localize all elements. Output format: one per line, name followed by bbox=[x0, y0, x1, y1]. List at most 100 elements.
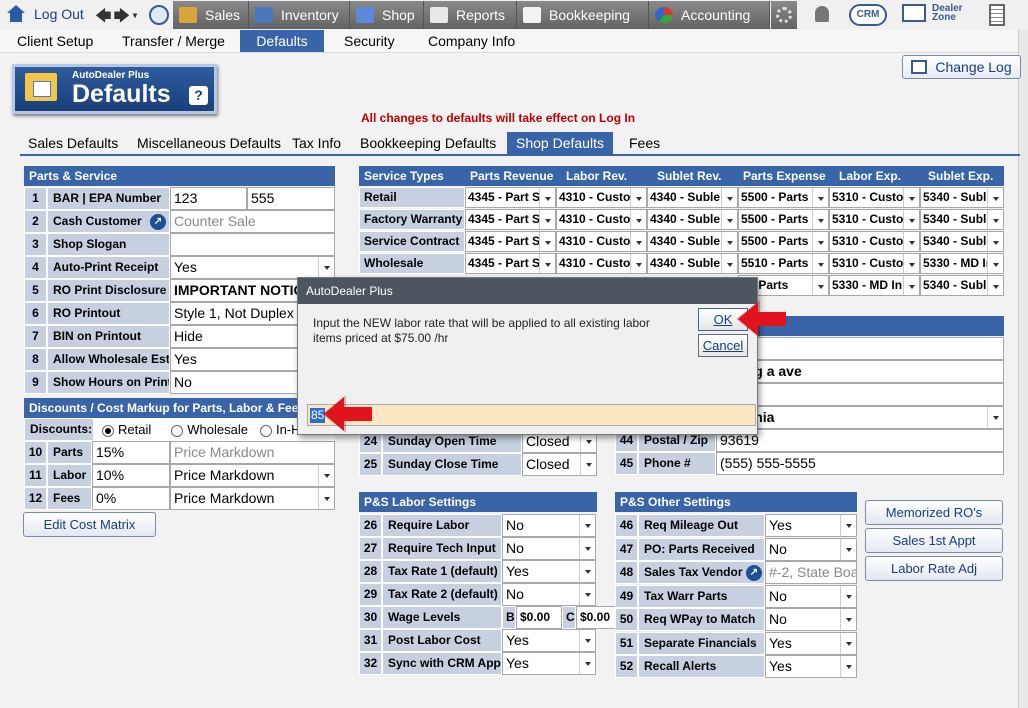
subnav-security[interactable]: Security bbox=[332, 30, 407, 52]
account-select[interactable]: 5310 - Custo bbox=[829, 187, 920, 208]
chevron-down-icon[interactable] bbox=[539, 254, 555, 273]
chevron-down-icon[interactable] bbox=[318, 257, 334, 278]
page-scrollbar[interactable] bbox=[1018, 30, 1028, 708]
account-select[interactable]: 5310 - Custo bbox=[829, 253, 920, 274]
bell-icon[interactable] bbox=[815, 6, 829, 22]
chevron-down-icon[interactable] bbox=[903, 210, 919, 229]
nav-bookkeeping[interactable]: Bookkeeping bbox=[517, 1, 649, 29]
radio-wholesale[interactable]: Wholesale bbox=[171, 422, 248, 437]
help-icon[interactable]: ? bbox=[189, 86, 208, 105]
labor-mode-select[interactable]: Price Markdown bbox=[170, 464, 335, 487]
logout-link[interactable]: Log Out bbox=[6, 5, 84, 23]
account-select[interactable]: 4340 - Suble bbox=[647, 209, 738, 230]
bar-number-input[interactable]: 123 bbox=[170, 187, 247, 210]
chevron-down-icon[interactable] bbox=[840, 609, 856, 630]
shop-city-input[interactable] bbox=[716, 383, 1004, 406]
other-setting-select[interactable]: Yes bbox=[765, 514, 857, 537]
crm-button[interactable]: CRM bbox=[849, 4, 887, 26]
chevron-down-icon[interactable] bbox=[721, 188, 737, 207]
chevron-down-icon[interactable] bbox=[579, 653, 595, 674]
account-select[interactable]: 5340 - Suble bbox=[920, 187, 1004, 208]
chevron-down-icon[interactable] bbox=[987, 254, 1003, 273]
chevron-down-icon[interactable] bbox=[539, 232, 555, 251]
account-select[interactable]: 5330 - MD In bbox=[920, 253, 1004, 274]
subnav-client-setup[interactable]: Client Setup bbox=[5, 30, 105, 52]
chevron-down-icon[interactable] bbox=[987, 210, 1003, 229]
postal-zip-input[interactable]: 93619 bbox=[716, 429, 1004, 452]
chevron-down-icon[interactable] bbox=[840, 538, 856, 560]
chevron-down-icon[interactable] bbox=[630, 232, 646, 251]
account-select[interactable]: 4340 - Suble bbox=[647, 253, 738, 274]
account-select[interactable]: 4340 - Suble bbox=[647, 231, 738, 252]
account-select[interactable]: 5340 - Suble bbox=[920, 231, 1004, 252]
chevron-down-icon[interactable] bbox=[840, 632, 856, 654]
labor-setting-select[interactable]: Yes bbox=[502, 560, 596, 583]
chevron-down-icon[interactable] bbox=[840, 656, 856, 677]
account-select[interactable]: 4310 - Custo bbox=[556, 253, 647, 274]
chevron-down-icon[interactable] bbox=[987, 276, 1003, 295]
account-select[interactable]: 5500 - Parts bbox=[738, 209, 829, 230]
chevron-down-icon[interactable] bbox=[630, 188, 646, 207]
other-setting-select[interactable]: No bbox=[765, 537, 857, 561]
labor-setting-select[interactable]: Yes bbox=[502, 629, 596, 652]
dealer-zone-button[interactable]: Dealer Zone bbox=[902, 4, 963, 23]
nav-accounting[interactable]: Accounting bbox=[649, 1, 770, 29]
shop-slogan-input[interactable] bbox=[170, 233, 335, 256]
nav-shop[interactable]: Shop bbox=[350, 1, 424, 29]
chevron-down-icon[interactable] bbox=[812, 254, 828, 273]
tab-tax-info[interactable]: Tax Info bbox=[284, 132, 349, 155]
phone-input[interactable]: (555) 555-5555 bbox=[716, 452, 1004, 475]
tab-misc-defaults[interactable]: Miscellaneous Defaults bbox=[129, 132, 289, 155]
radio-in-house[interactable]: In-H bbox=[259, 422, 301, 437]
lookup-arrow-icon[interactable]: ↗ bbox=[150, 214, 166, 230]
chevron-down-icon[interactable] bbox=[579, 584, 595, 605]
wage-b-input[interactable]: $0.00 bbox=[516, 606, 562, 629]
subnav-defaults[interactable]: Defaults bbox=[240, 30, 324, 52]
sales-1st-appt-button[interactable]: Sales 1st Appt bbox=[865, 528, 1003, 553]
cash-customer-input[interactable]: Counter Sale bbox=[170, 210, 335, 233]
tab-fees[interactable]: Fees bbox=[621, 132, 668, 155]
account-select[interactable]: 5310 - Custo bbox=[829, 209, 920, 230]
chevron-down-icon[interactable] bbox=[903, 188, 919, 207]
account-select[interactable]: 5310 - Custo bbox=[829, 231, 920, 252]
labor-rate-adj-button[interactable]: Labor Rate Adj bbox=[865, 556, 1003, 581]
chevron-down-icon[interactable] bbox=[579, 538, 595, 559]
shop-address-input[interactable]: S areg a ave bbox=[716, 360, 1004, 383]
account-select[interactable]: 5500 - Parts bbox=[738, 187, 829, 208]
tab-shop-defaults[interactable]: Shop Defaults bbox=[507, 132, 613, 155]
user-face-icon[interactable] bbox=[149, 5, 169, 25]
chevron-down-icon[interactable] bbox=[721, 254, 737, 273]
tab-sales-defaults[interactable]: Sales Defaults bbox=[20, 132, 126, 155]
labor-setting-select[interactable]: No bbox=[502, 537, 596, 560]
labor-setting-select[interactable]: No bbox=[502, 514, 596, 537]
shop-name-input[interactable]: Shop bbox=[716, 337, 1004, 360]
labor-setting-select[interactable]: No bbox=[502, 583, 596, 606]
fees-mode-select[interactable]: Price Markdown bbox=[170, 487, 335, 510]
account-select[interactable]: 4345 - Part S bbox=[465, 231, 556, 252]
account-select[interactable]: 4345 - Part S bbox=[465, 209, 556, 230]
account-select[interactable]: 5340 - Suble bbox=[920, 209, 1004, 230]
calculator-icon[interactable] bbox=[989, 4, 1005, 26]
settings-gear-button[interactable] bbox=[771, 1, 797, 29]
account-select[interactable]: 4345 - Part S bbox=[465, 187, 556, 208]
shop-state-select[interactable]: alifornia bbox=[716, 406, 1004, 429]
chevron-down-icon[interactable] bbox=[812, 188, 828, 207]
labor-rate-input[interactable]: 85 bbox=[307, 404, 756, 426]
account-select[interactable]: 4310 - Custo bbox=[556, 231, 647, 252]
account-select[interactable]: 5340 - Suble bbox=[920, 275, 1004, 296]
memorized-ros-button[interactable]: Memorized RO's bbox=[865, 500, 1003, 525]
account-select[interactable]: 5330 - MD In bbox=[829, 275, 920, 296]
chevron-down-icon[interactable] bbox=[579, 630, 595, 651]
account-select[interactable]: 4310 - Custo bbox=[556, 209, 647, 230]
chevron-down-icon[interactable] bbox=[721, 232, 737, 251]
sunday-close-select[interactable]: Closed bbox=[522, 453, 597, 476]
chevron-down-icon[interactable] bbox=[318, 488, 334, 509]
account-select[interactable]: 4345 - Part S bbox=[465, 253, 556, 274]
chevron-down-icon[interactable] bbox=[721, 210, 737, 229]
other-setting-select[interactable]: No bbox=[765, 608, 857, 631]
labor-pct-input[interactable]: 10% bbox=[92, 464, 170, 487]
nav-reports[interactable]: Reports bbox=[424, 1, 517, 29]
other-setting-select[interactable]: Yes bbox=[765, 631, 857, 655]
other-setting-select[interactable]: No bbox=[765, 584, 857, 608]
chevron-down-icon[interactable] bbox=[903, 254, 919, 273]
